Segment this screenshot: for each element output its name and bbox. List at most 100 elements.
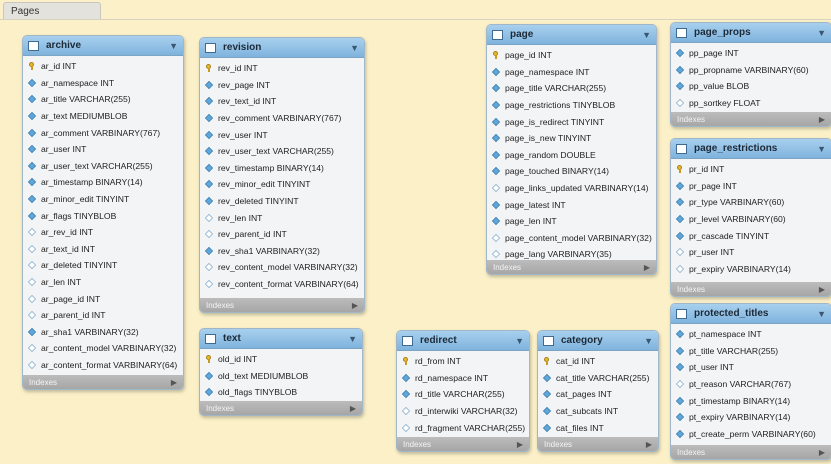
column-row[interactable]: page_random DOUBLE [487, 147, 656, 164]
indexes-bar[interactable]: Indexes ▶ [397, 437, 529, 451]
column-row[interactable]: pt_expiry VARBINARY(14) [671, 409, 831, 426]
column-row[interactable]: pr_level VARBINARY(60) [671, 211, 831, 228]
table-header[interactable]: page_restrictions ▼ [671, 139, 831, 159]
column-row[interactable]: ar_timestamp BINARY(14) [23, 174, 183, 191]
column-row[interactable]: page_restrictions TINYBLOB [487, 97, 656, 114]
column-row[interactable]: ar_content_format VARBINARY(64) [23, 357, 183, 374]
indexes-bar[interactable]: Indexes ▶ [671, 282, 831, 296]
indexes-bar[interactable]: Indexes ▶ [200, 298, 364, 312]
column-row[interactable]: page_is_new TINYINT [487, 130, 656, 147]
column-row[interactable]: pt_reason VARCHAR(767) [671, 376, 831, 393]
column-row[interactable]: ar_parent_id INT [23, 307, 183, 324]
column-row[interactable]: rev_text_id INT [200, 93, 364, 110]
column-row[interactable]: rd_fragment VARCHAR(255) [397, 419, 529, 436]
column-row[interactable]: pt_create_perm VARBINARY(60) [671, 426, 831, 443]
indexes-bar[interactable]: Indexes ▶ [538, 437, 658, 451]
collapse-icon[interactable]: ▼ [515, 336, 524, 346]
collapse-icon[interactable]: ▼ [817, 309, 826, 319]
expand-arrow-icon[interactable]: ▶ [517, 440, 523, 449]
column-row[interactable]: rev_minor_edit TINYINT [200, 176, 364, 193]
column-row[interactable]: ar_len INT [23, 274, 183, 291]
column-row[interactable]: ar_deleted TINYINT [23, 257, 183, 274]
table-protected_titles[interactable]: protected_titles ▼ pt_namespace INT pt_ti… [670, 303, 831, 460]
page-tab[interactable]: Pages [3, 2, 101, 19]
column-row[interactable]: page_touched BINARY(14) [487, 163, 656, 180]
column-row[interactable]: rd_namespace INT [397, 370, 529, 387]
column-row[interactable]: rev_content_format VARBINARY(64) [200, 276, 364, 293]
column-row[interactable]: ar_rev_id INT [23, 224, 183, 241]
column-row[interactable]: pp_propname VARBINARY(60) [671, 62, 831, 79]
column-row[interactable]: pp_sortkey FLOAT [671, 95, 831, 112]
column-row[interactable]: rev_deleted TINYINT [200, 193, 364, 210]
expand-arrow-icon[interactable]: ▶ [350, 404, 356, 413]
column-row[interactable]: ar_flags TINYBLOB [23, 207, 183, 224]
column-row[interactable]: pr_type VARBINARY(60) [671, 194, 831, 211]
column-row[interactable]: rev_user INT [200, 126, 364, 143]
table-page[interactable]: page ▼ page_id INT page_namespace INT page… [486, 24, 657, 275]
column-row[interactable]: pt_timestamp BINARY(14) [671, 392, 831, 409]
column-row[interactable]: rev_comment VARBINARY(767) [200, 110, 364, 127]
column-row[interactable]: page_len INT [487, 213, 656, 230]
column-row[interactable]: ar_content_model VARBINARY(32) [23, 340, 183, 357]
column-row[interactable]: pr_cascade TINYINT [671, 227, 831, 244]
collapse-icon[interactable]: ▼ [642, 30, 651, 40]
indexes-bar[interactable]: Indexes ▶ [23, 375, 183, 389]
column-row[interactable]: ar_comment VARBINARY(767) [23, 124, 183, 141]
column-row[interactable]: ar_id INT [23, 58, 183, 75]
column-row[interactable]: pr_page INT [671, 178, 831, 195]
column-row[interactable]: pp_page INT [671, 45, 831, 62]
column-row[interactable]: ar_user_text VARCHAR(255) [23, 158, 183, 175]
column-row[interactable]: rev_content_model VARBINARY(32) [200, 259, 364, 276]
column-row[interactable]: rev_id INT [200, 60, 364, 77]
table-header[interactable]: protected_titles ▼ [671, 304, 831, 324]
expand-arrow-icon[interactable]: ▶ [819, 448, 825, 457]
column-row[interactable]: old_text MEDIUMBLOB [200, 368, 362, 385]
column-row[interactable]: pt_title VARCHAR(255) [671, 343, 831, 360]
indexes-bar[interactable]: Indexes ▶ [671, 445, 831, 459]
column-row[interactable]: old_flags TINYBLOB [200, 384, 362, 401]
table-header[interactable]: category ▼ [538, 331, 658, 351]
column-row[interactable]: pt_user INT [671, 359, 831, 376]
column-row[interactable]: page_content_model VARBINARY(32) [487, 230, 656, 247]
expand-arrow-icon[interactable]: ▶ [644, 263, 650, 272]
column-row[interactable]: rev_page INT [200, 77, 364, 94]
column-row[interactable]: ar_minor_edit TINYINT [23, 191, 183, 208]
column-row[interactable]: cat_id INT [538, 353, 658, 370]
column-row[interactable]: ar_namespace INT [23, 75, 183, 92]
column-row[interactable]: cat_pages INT [538, 386, 658, 403]
table-page_restrictions[interactable]: page_restrictions ▼ pr_id INT pr_page INT… [670, 138, 831, 297]
table-revision[interactable]: revision ▼ rev_id INT rev_page INT rev_tex… [199, 37, 365, 313]
table-header[interactable]: page_props ▼ [671, 23, 831, 43]
column-row[interactable]: pr_user INT [671, 244, 831, 261]
column-row[interactable]: ar_sha1 VARBINARY(32) [23, 324, 183, 341]
indexes-bar[interactable]: Indexes ▶ [200, 401, 362, 415]
indexes-bar[interactable]: Indexes ▶ [671, 112, 831, 126]
column-row[interactable]: rd_interwiki VARCHAR(32) [397, 403, 529, 420]
expand-arrow-icon[interactable]: ▶ [819, 285, 825, 294]
collapse-icon[interactable]: ▼ [169, 41, 178, 51]
column-row[interactable]: cat_files INT [538, 419, 658, 436]
column-row[interactable]: rev_sha1 VARBINARY(32) [200, 243, 364, 260]
column-row[interactable]: old_id INT [200, 351, 362, 368]
column-row[interactable]: rev_len INT [200, 209, 364, 226]
column-row[interactable]: pr_id INT [671, 161, 831, 178]
column-row[interactable]: pr_expiry VARBINARY(14) [671, 261, 831, 278]
collapse-icon[interactable]: ▼ [644, 336, 653, 346]
table-category[interactable]: category ▼ cat_id INT cat_title VARCHAR(2… [537, 330, 659, 452]
column-row[interactable]: rev_parent_id INT [200, 226, 364, 243]
expand-arrow-icon[interactable]: ▶ [352, 301, 358, 310]
column-row[interactable]: page_links_updated VARBINARY(14) [487, 180, 656, 197]
collapse-icon[interactable]: ▼ [350, 43, 359, 53]
column-row[interactable]: rd_from INT [397, 353, 529, 370]
expand-arrow-icon[interactable]: ▶ [819, 115, 825, 124]
table-redirect[interactable]: redirect ▼ rd_from INT rd_namespace INT rd… [396, 330, 530, 452]
column-row[interactable]: ar_user INT [23, 141, 183, 158]
column-row[interactable]: rev_timestamp BINARY(14) [200, 160, 364, 177]
column-row[interactable]: cat_title VARCHAR(255) [538, 370, 658, 387]
column-row[interactable]: page_namespace INT [487, 64, 656, 81]
column-row[interactable]: rd_title VARCHAR(255) [397, 386, 529, 403]
table-header[interactable]: revision ▼ [200, 38, 364, 58]
indexes-bar[interactable]: Indexes ▶ [487, 260, 656, 274]
collapse-icon[interactable]: ▼ [817, 28, 826, 38]
column-row[interactable]: page_id INT [487, 47, 656, 64]
